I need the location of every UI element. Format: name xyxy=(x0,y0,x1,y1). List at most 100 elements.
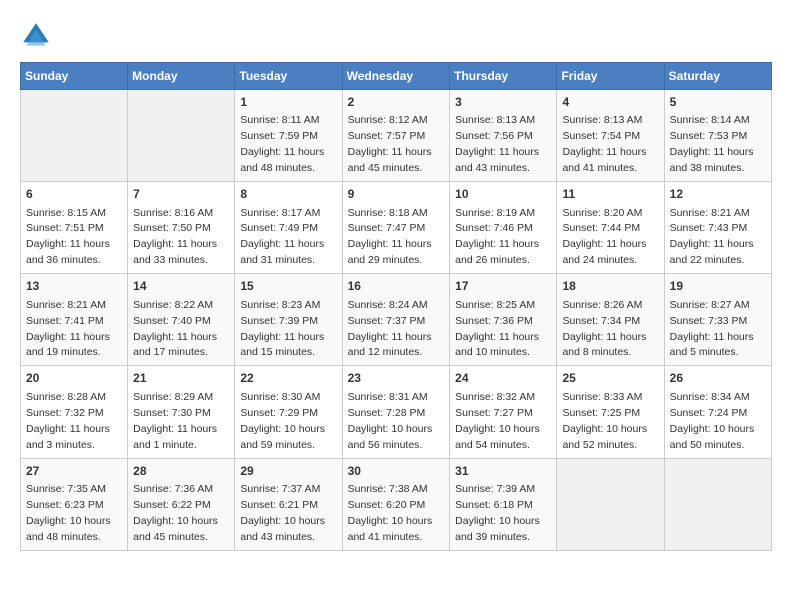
weekday-header-thursday: Thursday xyxy=(450,63,557,90)
calendar-cell: 19 Sunrise: 8:27 AM Sunset: 7:33 PM Dayli… xyxy=(664,274,771,366)
day-info: Sunrise: 8:15 AM Sunset: 7:51 PM Dayligh… xyxy=(26,207,110,267)
day-info: Sunrise: 8:21 AM Sunset: 7:43 PM Dayligh… xyxy=(670,207,754,267)
calendar-cell xyxy=(21,90,128,182)
day-number: 10 xyxy=(455,186,551,203)
weekday-header-sunday: Sunday xyxy=(21,63,128,90)
calendar-cell: 25 Sunrise: 8:33 AM Sunset: 7:25 PM Dayli… xyxy=(557,366,664,458)
day-number: 24 xyxy=(455,370,551,387)
calendar-cell: 27Sunrise: 7:35 AM Sunset: 6:23 PM Dayli… xyxy=(21,458,128,550)
calendar-week-2: 6 Sunrise: 8:15 AM Sunset: 7:51 PM Daylig… xyxy=(21,182,772,274)
day-number: 13 xyxy=(26,278,122,295)
calendar-cell: 29Sunrise: 7:37 AM Sunset: 6:21 PM Dayli… xyxy=(235,458,342,550)
day-info: Sunrise: 8:11 AM Sunset: 7:59 PM Dayligh… xyxy=(240,114,324,174)
calendar-cell: 22Sunrise: 8:30 AM Sunset: 7:29 PM Dayli… xyxy=(235,366,342,458)
day-number: 21 xyxy=(133,370,229,387)
day-info: Sunrise: 8:14 AM Sunset: 7:53 PM Dayligh… xyxy=(670,114,754,174)
day-info: Sunrise: 8:29 AM Sunset: 7:30 PM Dayligh… xyxy=(133,391,217,451)
weekday-row: SundayMondayTuesdayWednesdayThursdayFrid… xyxy=(21,63,772,90)
day-number: 25 xyxy=(562,370,658,387)
weekday-header-friday: Friday xyxy=(557,63,664,90)
day-number: 18 xyxy=(562,278,658,295)
calendar-cell: 15 Sunrise: 8:23 AM Sunset: 7:39 PM Dayli… xyxy=(235,274,342,366)
weekday-header-monday: Monday xyxy=(128,63,235,90)
calendar-cell: 14 Sunrise: 8:22 AM Sunset: 7:40 PM Dayli… xyxy=(128,274,235,366)
calendar-cell: 11Sunrise: 8:20 AM Sunset: 7:44 PM Dayli… xyxy=(557,182,664,274)
day-number: 30 xyxy=(348,463,445,480)
calendar-week-1: 1 Sunrise: 8:11 AM Sunset: 7:59 PM Daylig… xyxy=(21,90,772,182)
day-info: Sunrise: 8:13 AM Sunset: 7:56 PM Dayligh… xyxy=(455,114,539,174)
day-info: Sunrise: 8:22 AM Sunset: 7:40 PM Dayligh… xyxy=(133,299,217,359)
calendar-week-4: 20 Sunrise: 8:28 AM Sunset: 7:32 PM Dayli… xyxy=(21,366,772,458)
calendar-cell: 20 Sunrise: 8:28 AM Sunset: 7:32 PM Dayli… xyxy=(21,366,128,458)
day-info: Sunrise: 8:13 AM Sunset: 7:54 PM Dayligh… xyxy=(562,114,646,174)
day-info: Sunrise: 8:33 AM Sunset: 7:25 PM Dayligh… xyxy=(562,391,647,451)
day-info: Sunrise: 7:35 AM Sunset: 6:23 PM Dayligh… xyxy=(26,483,111,543)
day-number: 5 xyxy=(670,94,766,111)
day-info: Sunrise: 8:19 AM Sunset: 7:46 PM Dayligh… xyxy=(455,207,539,267)
day-info: Sunrise: 8:21 AM Sunset: 7:41 PM Dayligh… xyxy=(26,299,110,359)
calendar-cell xyxy=(557,458,664,550)
day-number: 23 xyxy=(348,370,445,387)
day-info: Sunrise: 8:25 AM Sunset: 7:36 PM Dayligh… xyxy=(455,299,539,359)
calendar-header: SundayMondayTuesdayWednesdayThursdayFrid… xyxy=(21,63,772,90)
calendar-cell: 18Sunrise: 8:26 AM Sunset: 7:34 PM Dayli… xyxy=(557,274,664,366)
day-number: 31 xyxy=(455,463,551,480)
calendar-week-5: 27Sunrise: 7:35 AM Sunset: 6:23 PM Dayli… xyxy=(21,458,772,550)
day-info: Sunrise: 8:27 AM Sunset: 7:33 PM Dayligh… xyxy=(670,299,754,359)
logo-icon xyxy=(20,20,52,52)
calendar-cell: 24 Sunrise: 8:32 AM Sunset: 7:27 PM Dayli… xyxy=(450,366,557,458)
calendar-cell: 8 Sunrise: 8:17 AM Sunset: 7:49 PM Daylig… xyxy=(235,182,342,274)
calendar-cell: 31 Sunrise: 7:39 AM Sunset: 6:18 PM Dayli… xyxy=(450,458,557,550)
day-number: 8 xyxy=(240,186,336,203)
calendar-cell: 4 Sunrise: 8:13 AM Sunset: 7:54 PM Daylig… xyxy=(557,90,664,182)
calendar-cell: 9Sunrise: 8:18 AM Sunset: 7:47 PM Daylig… xyxy=(342,182,450,274)
calendar-body: 1 Sunrise: 8:11 AM Sunset: 7:59 PM Daylig… xyxy=(21,90,772,551)
day-info: Sunrise: 8:31 AM Sunset: 7:28 PM Dayligh… xyxy=(348,391,433,451)
day-number: 20 xyxy=(26,370,122,387)
day-info: Sunrise: 8:30 AM Sunset: 7:29 PM Dayligh… xyxy=(240,391,325,451)
day-number: 12 xyxy=(670,186,766,203)
day-info: Sunrise: 8:18 AM Sunset: 7:47 PM Dayligh… xyxy=(348,207,432,267)
calendar-cell: 2Sunrise: 8:12 AM Sunset: 7:57 PM Daylig… xyxy=(342,90,450,182)
day-number: 17 xyxy=(455,278,551,295)
calendar-cell: 26 Sunrise: 8:34 AM Sunset: 7:24 PM Dayli… xyxy=(664,366,771,458)
day-info: Sunrise: 8:32 AM Sunset: 7:27 PM Dayligh… xyxy=(455,391,540,451)
calendar-cell: 7Sunrise: 8:16 AM Sunset: 7:50 PM Daylig… xyxy=(128,182,235,274)
calendar-cell: 10 Sunrise: 8:19 AM Sunset: 7:46 PM Dayli… xyxy=(450,182,557,274)
calendar-cell: 5 Sunrise: 8:14 AM Sunset: 7:53 PM Daylig… xyxy=(664,90,771,182)
day-number: 19 xyxy=(670,278,766,295)
day-number: 26 xyxy=(670,370,766,387)
weekday-header-wednesday: Wednesday xyxy=(342,63,450,90)
day-number: 6 xyxy=(26,186,122,203)
calendar-table: SundayMondayTuesdayWednesdayThursdayFrid… xyxy=(20,62,772,551)
day-info: Sunrise: 7:38 AM Sunset: 6:20 PM Dayligh… xyxy=(348,483,433,543)
day-info: Sunrise: 8:28 AM Sunset: 7:32 PM Dayligh… xyxy=(26,391,110,451)
day-info: Sunrise: 8:17 AM Sunset: 7:49 PM Dayligh… xyxy=(240,207,324,267)
day-number: 1 xyxy=(240,94,336,111)
calendar-cell: 23 Sunrise: 8:31 AM Sunset: 7:28 PM Dayli… xyxy=(342,366,450,458)
calendar-cell: 13 Sunrise: 8:21 AM Sunset: 7:41 PM Dayli… xyxy=(21,274,128,366)
day-info: Sunrise: 7:36 AM Sunset: 6:22 PM Dayligh… xyxy=(133,483,218,543)
day-number: 4 xyxy=(562,94,658,111)
day-number: 16 xyxy=(348,278,445,295)
calendar-cell: 12 Sunrise: 8:21 AM Sunset: 7:43 PM Dayli… xyxy=(664,182,771,274)
weekday-header-saturday: Saturday xyxy=(664,63,771,90)
day-number: 15 xyxy=(240,278,336,295)
day-number: 14 xyxy=(133,278,229,295)
day-info: Sunrise: 8:34 AM Sunset: 7:24 PM Dayligh… xyxy=(670,391,755,451)
logo xyxy=(20,20,58,52)
day-info: Sunrise: 8:23 AM Sunset: 7:39 PM Dayligh… xyxy=(240,299,324,359)
calendar-cell xyxy=(664,458,771,550)
calendar-cell: 16 Sunrise: 8:24 AM Sunset: 7:37 PM Dayli… xyxy=(342,274,450,366)
day-number: 7 xyxy=(133,186,229,203)
calendar-cell: 1 Sunrise: 8:11 AM Sunset: 7:59 PM Daylig… xyxy=(235,90,342,182)
calendar-cell: 6 Sunrise: 8:15 AM Sunset: 7:51 PM Daylig… xyxy=(21,182,128,274)
calendar-cell: 28 Sunrise: 7:36 AM Sunset: 6:22 PM Dayli… xyxy=(128,458,235,550)
calendar-week-3: 13 Sunrise: 8:21 AM Sunset: 7:41 PM Dayli… xyxy=(21,274,772,366)
day-number: 28 xyxy=(133,463,229,480)
day-info: Sunrise: 7:37 AM Sunset: 6:21 PM Dayligh… xyxy=(240,483,325,543)
day-info: Sunrise: 8:24 AM Sunset: 7:37 PM Dayligh… xyxy=(348,299,432,359)
calendar-cell: 21 Sunrise: 8:29 AM Sunset: 7:30 PM Dayli… xyxy=(128,366,235,458)
day-info: Sunrise: 8:12 AM Sunset: 7:57 PM Dayligh… xyxy=(348,114,432,174)
day-info: Sunrise: 7:39 AM Sunset: 6:18 PM Dayligh… xyxy=(455,483,540,543)
